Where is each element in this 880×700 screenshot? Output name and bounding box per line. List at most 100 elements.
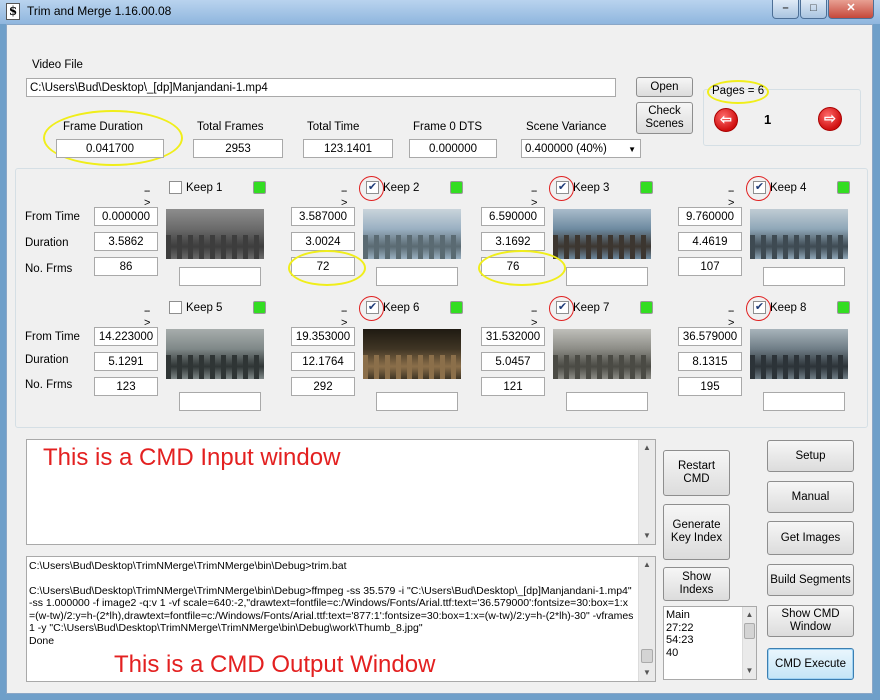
show-indexs-button[interactable]: Show Indexs — [663, 567, 730, 601]
check-scenes-button[interactable]: Check Scenes — [636, 102, 693, 134]
keep-checkbox[interactable] — [169, 181, 182, 194]
status-indicator — [450, 301, 463, 314]
scene-thumbnail[interactable] — [553, 329, 651, 379]
open-button[interactable]: Open — [636, 77, 693, 97]
cmd-output-annotation: This is a CMD Output Window — [114, 651, 436, 678]
build-segments-button[interactable]: Build Segments — [767, 564, 854, 596]
cmd-output-scrollbar[interactable]: ▲ ▼ — [638, 557, 655, 681]
show-cmd-window-button[interactable]: Show CMD Window — [767, 605, 854, 637]
scene-thumbnail[interactable] — [166, 209, 264, 259]
keep-checkbox[interactable] — [169, 301, 182, 314]
frames-field[interactable]: 292 — [291, 377, 355, 396]
get-images-button[interactable]: Get Images — [767, 521, 854, 555]
duration-field[interactable]: 4.4619 — [678, 232, 742, 251]
list-item[interactable]: 54:23 — [666, 634, 694, 647]
manual-button[interactable]: Manual — [767, 481, 854, 513]
scene-thumbnail[interactable] — [363, 209, 461, 259]
scroll-down-icon[interactable]: ▼ — [743, 663, 756, 679]
duration-field[interactable]: 3.5862 — [94, 232, 158, 251]
cmd-input-scrollbar[interactable]: ▲ ▼ — [638, 440, 655, 544]
scene-caption-field[interactable] — [179, 392, 261, 411]
duration-field[interactable]: 5.1291 — [94, 352, 158, 371]
list-item[interactable]: 40 — [666, 647, 694, 660]
thumbnail-figures — [363, 235, 461, 259]
video-file-path[interactable]: C:\Users\Bud\Desktop\_[dp]Manjandani-1.m… — [26, 78, 616, 97]
total-time-label: Total Time — [307, 121, 360, 133]
scroll-up-icon[interactable]: ▲ — [639, 557, 655, 573]
chevron-down-icon: ▼ — [628, 145, 636, 154]
scene-thumbnail[interactable] — [750, 329, 848, 379]
from-time-field[interactable]: 6.590000 — [481, 207, 545, 226]
total-frames-field[interactable]: 2953 — [193, 139, 283, 158]
thumbnail-figures — [553, 355, 651, 379]
scene-thumbnail[interactable] — [363, 329, 461, 379]
scene-variance-label: Scene Variance — [526, 121, 607, 133]
setup-button[interactable]: Setup — [767, 440, 854, 472]
highlight-ring — [746, 296, 771, 321]
scene-thumbnail[interactable] — [166, 329, 264, 379]
frame0-dts-field[interactable]: 0.000000 — [409, 139, 497, 158]
scene-thumbnail[interactable] — [750, 209, 848, 259]
from-time-field[interactable]: 0.000000 — [94, 207, 158, 226]
scene-caption-field[interactable] — [376, 392, 458, 411]
list-item[interactable]: Main — [666, 609, 694, 622]
total-time-field[interactable]: 123.1401 — [303, 139, 393, 158]
duration-field[interactable]: 5.0457 — [481, 352, 545, 371]
scroll-down-icon[interactable]: ▼ — [639, 665, 655, 681]
frames-field[interactable]: 123 — [94, 377, 158, 396]
from-time-field[interactable]: 14.223000 — [94, 327, 158, 346]
frames-field[interactable]: 121 — [481, 377, 545, 396]
cmd-input-textarea[interactable]: This is a CMD Input window ▲ ▼ — [26, 439, 656, 545]
highlight-ring — [359, 176, 384, 201]
duration-field[interactable]: 3.0024 — [291, 232, 355, 251]
no-frms-label: No. Frms — [25, 379, 73, 391]
duration-field[interactable]: 3.1692 — [481, 232, 545, 251]
keep-label: Keep 5 — [186, 302, 223, 314]
frames-field[interactable]: 195 — [678, 377, 742, 396]
generate-key-index-button[interactable]: Generate Key Index — [663, 504, 730, 560]
maximize-button[interactable]: □ — [800, 0, 827, 19]
scene-variance-select[interactable]: 0.400000 (40%) ▼ — [521, 139, 641, 158]
scroll-up-icon[interactable]: ▲ — [743, 607, 756, 623]
from-time-field[interactable]: 9.760000 — [678, 207, 742, 226]
scroll-down-icon[interactable]: ▼ — [639, 528, 655, 544]
duration-field[interactable]: 12.1764 — [291, 352, 355, 371]
duration-label: Duration — [25, 354, 69, 366]
cmd-output-textarea[interactable]: C:\Users\Bud\Desktop\TrimNMerge\TrimNMer… — [26, 556, 656, 682]
scroll-up-icon[interactable]: ▲ — [639, 440, 655, 456]
scene-thumbnail[interactable] — [553, 209, 651, 259]
scene-caption-field[interactable] — [763, 392, 845, 411]
status-indicator — [450, 181, 463, 194]
scene-caption-field[interactable] — [179, 267, 261, 286]
from-time-field[interactable]: 31.532000 — [481, 327, 545, 346]
index-list-scrollbar[interactable]: ▲ ▼ — [742, 607, 756, 679]
scene-caption-field[interactable] — [376, 267, 458, 286]
scene-caption-field[interactable] — [763, 267, 845, 286]
scroll-thumb[interactable] — [744, 623, 755, 639]
arrow-icon: --> — [341, 305, 348, 329]
from-time-field[interactable]: 3.587000 — [291, 207, 355, 226]
frames-field[interactable]: 107 — [678, 257, 742, 276]
index-listbox[interactable]: Main 27:22 54:23 40 ▲ ▼ — [663, 606, 757, 680]
keep-label: Keep 3 — [573, 182, 610, 194]
from-time-field[interactable]: 36.579000 — [678, 327, 742, 346]
from-time-label: From Time — [25, 331, 80, 343]
scene-caption-field[interactable] — [566, 392, 648, 411]
arrow-icon: --> — [531, 185, 538, 209]
scene-caption-field[interactable] — [566, 267, 648, 286]
status-indicator — [253, 301, 266, 314]
from-time-label: From Time — [25, 211, 80, 223]
close-button[interactable]: ✕ — [828, 0, 874, 19]
scroll-thumb[interactable] — [641, 649, 653, 663]
minimize-button[interactable]: – — [772, 0, 799, 19]
restart-cmd-button[interactable]: Restart CMD — [663, 450, 730, 496]
from-time-field[interactable]: 19.353000 — [291, 327, 355, 346]
frame-duration-field[interactable]: 0.041700 — [56, 139, 164, 158]
list-item[interactable]: 27:22 — [666, 622, 694, 635]
next-page-button[interactable]: ⇨ — [818, 107, 842, 131]
frames-field[interactable]: 86 — [94, 257, 158, 276]
no-frms-label: No. Frms — [25, 263, 73, 275]
duration-field[interactable]: 8.1315 — [678, 352, 742, 371]
cmd-execute-button[interactable]: CMD Execute — [767, 648, 854, 680]
previous-page-button[interactable]: ⇦ — [714, 108, 738, 132]
